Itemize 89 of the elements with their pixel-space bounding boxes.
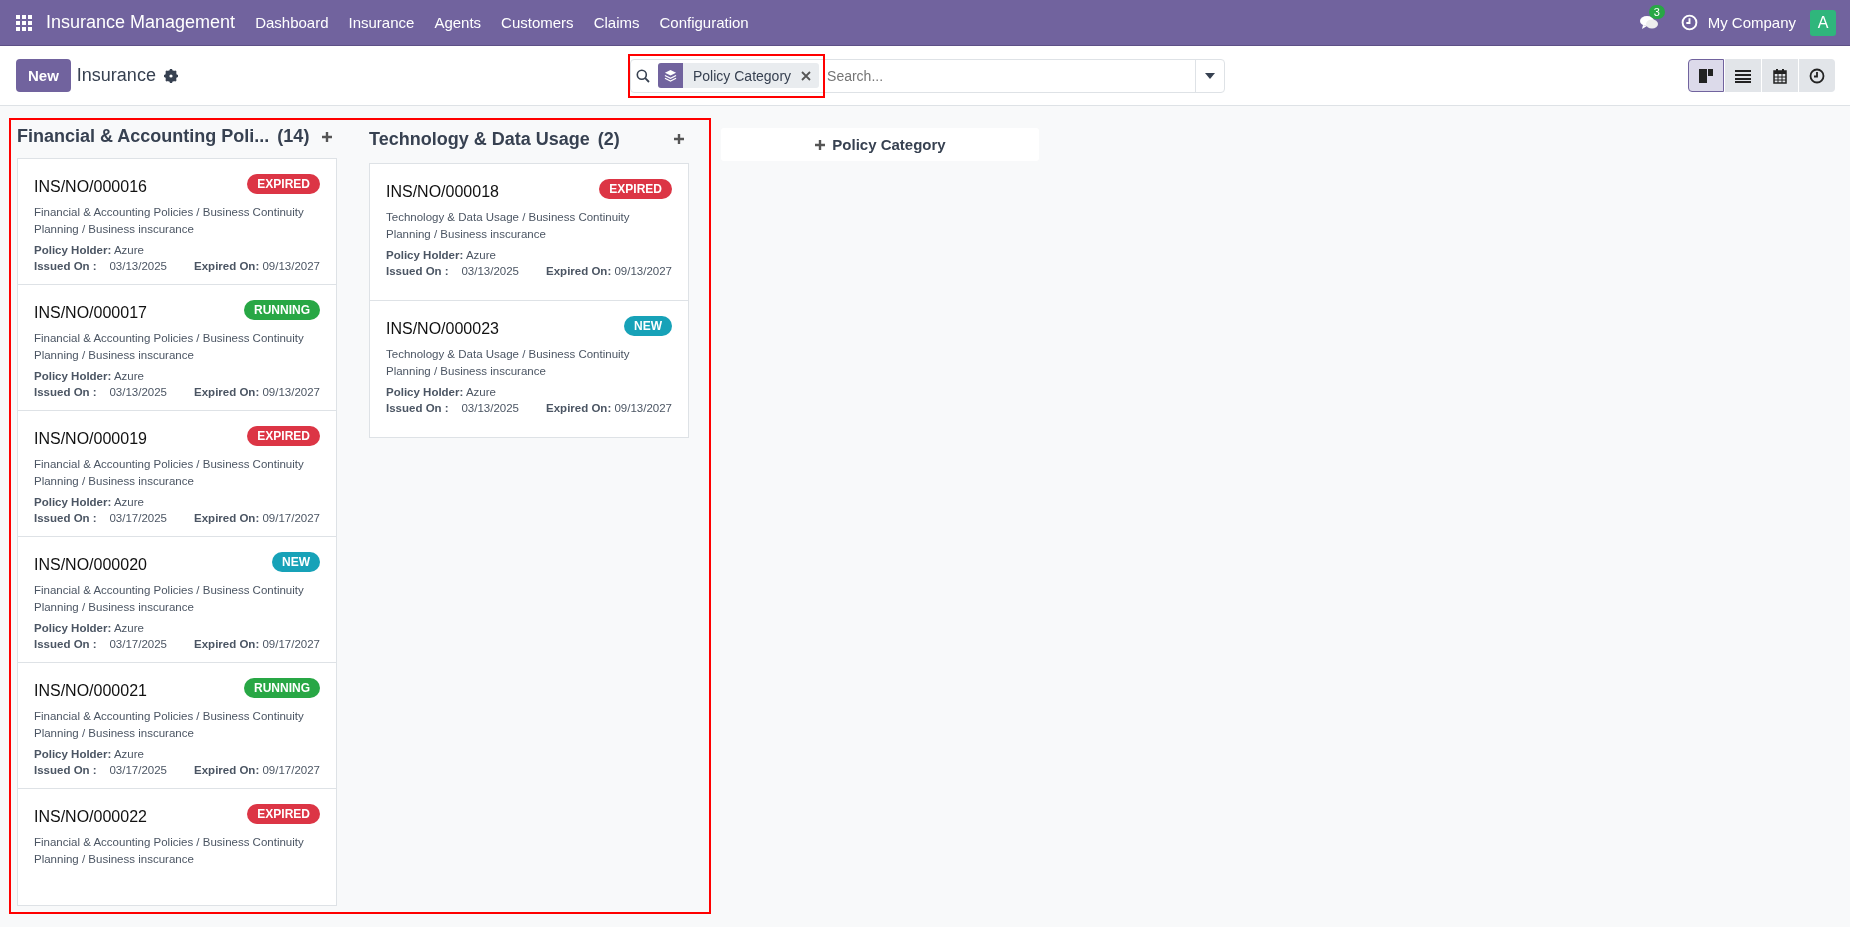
policy-holder-text: Policy Holder: Azure xyxy=(34,622,145,635)
caret-icon[interactable] xyxy=(1205,72,1215,79)
issued-date-text: Issued On : 03/13/2025 xyxy=(34,260,167,273)
new-button[interactable]: New xyxy=(16,59,71,92)
add-icon xyxy=(673,133,685,145)
column-title: Technology & Data Usage xyxy=(369,128,590,150)
policy-card[interactable]: INS/NO/000023 NEW Technology & Data Usage / Business Continuity Planning / Business inscurance Policy Holder: Azure Issued On : 03/13/2025 Expired On: 09/13/2027 xyxy=(369,300,689,438)
policy-holder-text: Policy Holder: Azure xyxy=(34,370,145,383)
message-count-badge: 3 xyxy=(1648,4,1665,19)
column-count: (2) xyxy=(597,128,620,150)
policy-category-path: Financial & Accounting Policies / Business Continuity Planning / Business inscurance xyxy=(34,583,305,616)
expiry-date-text: Expired On: 09/13/2027 xyxy=(194,260,320,273)
policy-card[interactable]: INS/NO/000017 RUNNING Financial & Accounting Policies / Business Continuity Planning / Business inscurance Policy Holder: Azure Issued On : 03/13/2025 Expired On: 09/13/2027 xyxy=(17,284,337,412)
expiry-date-text: Expired On: 09/13/2027 xyxy=(194,386,320,399)
expiry-date-text: Expired On: 09/13/2027 xyxy=(546,265,672,277)
policy-reference: INS/NO/000017 xyxy=(34,304,147,323)
policy-holder-text: Policy Holder: Azure xyxy=(386,249,497,261)
policy-category-path: Financial & Accounting Policies / Business Continuity Planning / Business inscurance xyxy=(34,331,305,364)
add-icon xyxy=(321,130,333,143)
app-grid-icon[interactable] xyxy=(16,14,32,31)
policy-category-path: Financial & Accounting Policies / Business Continuity Planning / Business inscurance xyxy=(34,835,305,868)
status-badge: EXPIRED xyxy=(247,804,320,825)
issued-date-text: Issued On : 03/13/2025 xyxy=(386,402,519,414)
kanban-view-icon xyxy=(1698,67,1714,84)
expiry-date-text: Expired On: 09/17/2027 xyxy=(194,638,320,651)
policy-reference: INS/NO/000022 xyxy=(34,808,147,827)
clock-icon xyxy=(1809,67,1825,84)
status-badge: RUNNING xyxy=(244,678,320,699)
policy-holder-text: Policy Holder: Azure xyxy=(34,748,145,761)
policy-reference: INS/NO/000023 xyxy=(386,320,499,338)
clock-icon[interactable] xyxy=(1680,14,1698,31)
menu-item[interactable]: Configuration xyxy=(659,14,749,31)
issued-date-text: Issued On : 03/13/2025 xyxy=(34,386,167,399)
breadcrumb-title: Insurance xyxy=(76,65,156,86)
expiry-date-text: Expired On: 09/17/2027 xyxy=(194,764,320,777)
status-badge: NEW xyxy=(624,316,672,336)
menu-item[interactable]: Claims xyxy=(593,14,640,31)
layers-icon xyxy=(664,69,677,82)
settings-icon[interactable] xyxy=(163,68,178,83)
policy-card[interactable]: INS/NO/000020 NEW Financial & Accounting Policies / Business Continuity Planning / Business inscurance Policy Holder: Azure Issued On : 03/17/2025 Expired On: 09/17/2027 xyxy=(17,536,337,664)
menu-item[interactable]: Insurance xyxy=(348,14,415,31)
policy-reference: INS/NO/000018 xyxy=(386,183,499,201)
plus-icon xyxy=(814,138,827,151)
policy-category-path: Technology & Data Usage / Business Continuity Planning / Business inscurance xyxy=(386,347,631,379)
issued-date-text: Issued On : 03/17/2025 xyxy=(34,764,167,777)
issued-date-text: Issued On : 03/17/2025 xyxy=(34,512,167,525)
search-input[interactable]: Search... xyxy=(825,60,1195,91)
menu-item[interactable]: Dashboard xyxy=(255,14,329,31)
list-view-icon xyxy=(1735,68,1751,83)
view-switch-button[interactable] xyxy=(1688,59,1724,92)
policy-category-path: Financial & Accounting Policies / Business Continuity Planning / Business inscurance xyxy=(34,205,305,238)
status-badge: EXPIRED xyxy=(247,426,320,447)
status-badge: NEW xyxy=(272,552,320,573)
expiry-date-text: Expired On: 09/13/2027 xyxy=(546,402,672,414)
policy-card[interactable]: INS/NO/000019 EXPIRED Financial & Accounting Policies / Business Continuity Planning / Business inscurance Policy Holder: Azure Issued On : 03/17/2025 Expired On: 09/17/2027 xyxy=(17,410,337,538)
policy-category-path: Financial & Accounting Policies / Business Continuity Planning / Business inscurance xyxy=(34,709,305,742)
policy-holder-text: Policy Holder: Azure xyxy=(386,386,497,398)
filter-facet[interactable]: Policy Category xyxy=(658,63,820,88)
add-column-button[interactable]: Policy Category xyxy=(721,128,1039,161)
expiry-date-text: Expired On: 09/17/2027 xyxy=(194,512,320,525)
status-badge: EXPIRED xyxy=(247,174,320,195)
policy-card[interactable]: INS/NO/000021 RUNNING Financial & Accounting Policies / Business Continuity Planning / Business inscurance Policy Holder: Azure Issued On : 03/17/2025 Expired On: 09/17/2027 xyxy=(17,662,337,790)
view-switch-button[interactable] xyxy=(1762,59,1798,92)
issued-date-text: Issued On : 03/17/2025 xyxy=(34,638,167,651)
status-badge: EXPIRED xyxy=(599,179,672,199)
calendar-icon xyxy=(1773,67,1787,84)
status-badge: RUNNING xyxy=(244,300,320,321)
view-switch-button[interactable] xyxy=(1799,59,1835,92)
policy-reference: INS/NO/000016 xyxy=(34,178,147,197)
policy-card[interactable]: INS/NO/000018 EXPIRED Technology & Data Usage / Business Continuity Planning / Business inscurance Policy Holder: Azure Issued On : 03/13/2025 Expired On: 09/13/2027 xyxy=(369,163,689,301)
app-title[interactable]: Insurance Management xyxy=(46,12,236,33)
menu-item[interactable]: Customers xyxy=(501,14,574,31)
company-switcher[interactable]: My Company xyxy=(1707,14,1796,31)
column-count: (14) xyxy=(277,126,310,148)
issued-date-text: Issued On : 03/13/2025 xyxy=(386,265,519,277)
view-switch-button[interactable] xyxy=(1725,59,1761,92)
search-icon[interactable] xyxy=(636,68,650,83)
policy-holder-text: Policy Holder: Azure xyxy=(34,496,145,509)
policy-reference: INS/NO/000019 xyxy=(34,430,147,449)
policy-holder-text: Policy Holder: Azure xyxy=(34,244,145,257)
policy-card[interactable]: INS/NO/000016 EXPIRED Financial & Accounting Policies / Business Continuity Planning / Business inscurance Policy Holder: Azure Issued On : 03/13/2025 Expired On: 09/13/2027 xyxy=(17,158,337,286)
policy-category-path: Technology & Data Usage / Business Continuity Planning / Business inscurance xyxy=(386,210,631,242)
policy-card[interactable]: INS/NO/000022 EXPIRED Financial & Accounting Policies / Business Continuity Planning / Business inscurance xyxy=(17,788,337,906)
close-icon[interactable] xyxy=(801,70,812,81)
menu-item[interactable]: Agents xyxy=(434,14,482,31)
policy-reference: INS/NO/000020 xyxy=(34,556,147,575)
policy-category-path: Financial & Accounting Policies / Business Continuity Planning / Business inscurance xyxy=(34,457,305,490)
policy-reference: INS/NO/000021 xyxy=(34,682,147,701)
column-title: Financial & Accounting Poli... xyxy=(17,126,270,148)
